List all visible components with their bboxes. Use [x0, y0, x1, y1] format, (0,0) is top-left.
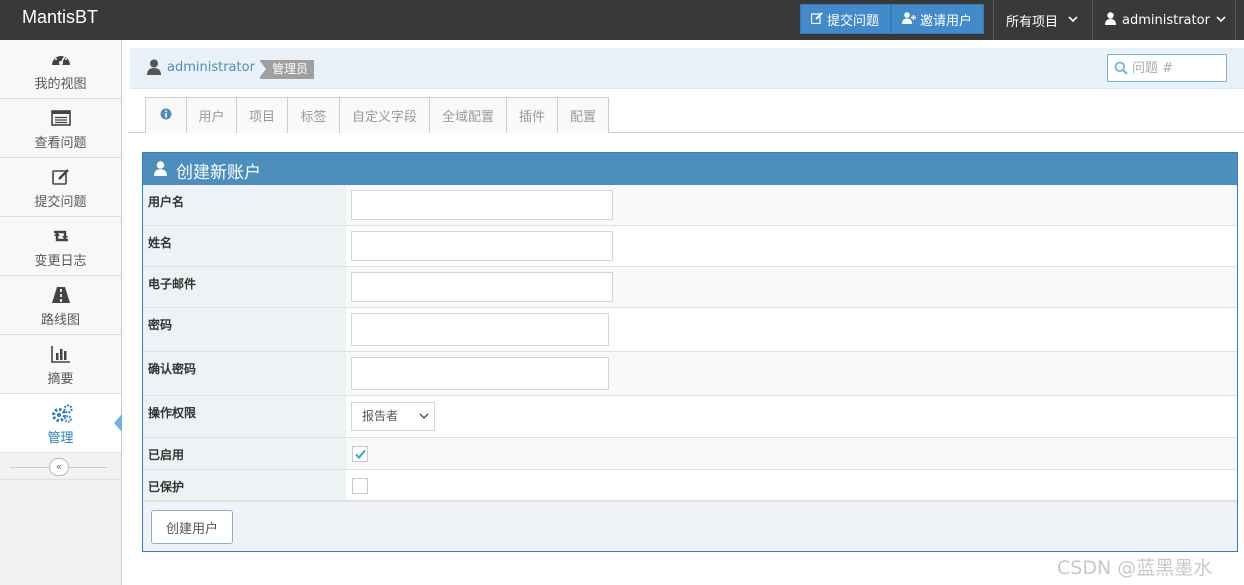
double-chevron-left-icon[interactable]: «	[49, 458, 69, 476]
report-issue-label: 提交问题	[827, 13, 880, 29]
user-plus-icon	[902, 11, 916, 27]
road-icon	[51, 286, 71, 304]
tab-plugins[interactable]: 插件	[506, 97, 558, 133]
field-label: 用户名	[148, 195, 185, 209]
access-level-select[interactable]: 报告者	[351, 402, 435, 431]
role-badge: 管理员	[258, 60, 315, 79]
list-icon	[50, 109, 71, 127]
form-row-realname: 姓名	[143, 226, 1237, 267]
field-label: 姓名	[148, 236, 173, 250]
form-row-email: 电子邮件	[143, 267, 1237, 308]
tachometer-icon	[51, 50, 71, 68]
gears-icon	[51, 404, 73, 423]
sidebar-collapse: «	[0, 454, 121, 480]
manage-tabs: 用户 项目 标签 自定义字段 全域配置 插件 配置	[128, 97, 1244, 133]
user-menu-label: administrator	[1122, 12, 1210, 28]
field-label-cell: 电子邮件	[143, 267, 346, 307]
username-input[interactable]	[351, 190, 613, 220]
form-row-protected: 已保护	[143, 470, 1237, 501]
project-dropdown-label: 所有项目	[1006, 14, 1059, 30]
edit-icon	[810, 11, 823, 27]
report-issue-button[interactable]: 提交问题	[800, 4, 891, 34]
field-label: 电子邮件	[148, 277, 197, 291]
sidebar-item-label: 管理	[47, 431, 74, 446]
tab-custom-fields[interactable]: 自定义字段	[339, 97, 430, 133]
invite-user-button[interactable]: 邀请用户	[891, 4, 984, 34]
tab-info[interactable]	[145, 97, 187, 133]
form-title: 创建新账户	[176, 163, 261, 183]
tab-projects[interactable]: 项目	[236, 97, 288, 133]
user-icon	[147, 59, 161, 75]
field-label-cell: 已保护	[143, 470, 346, 500]
breadcrumb-user-link[interactable]: administrator	[167, 60, 255, 75]
tab-global-config[interactable]: 全域配置	[429, 97, 507, 133]
sidebar-item-changelog[interactable]: 变更日志	[0, 217, 121, 276]
edit-icon	[51, 168, 71, 186]
watermark: CSDN @蓝黑墨水	[1057, 557, 1213, 579]
field-label: 已启用	[148, 448, 185, 462]
sidebar-item-report-issue[interactable]: 提交问题	[0, 158, 121, 217]
check-icon	[355, 449, 366, 459]
field-label-cell: 操作权限	[143, 396, 346, 437]
sidebar-item-label: 路线图	[40, 313, 80, 328]
password-confirm-input[interactable]	[351, 357, 609, 390]
sidebar-item-view-issues[interactable]: 查看问题	[0, 99, 121, 158]
search-icon	[1114, 61, 1128, 75]
create-account-form: 创建新账户 用户名 姓名 电子邮件 密码 确认密码 操作权限 报告者 已启用 已…	[142, 152, 1238, 552]
form-header: 创建新账户	[143, 153, 1237, 185]
sidebar-item-summary[interactable]: 摘要	[0, 335, 121, 394]
bar-chart-icon	[50, 345, 71, 363]
form-row-access-level: 操作权限 报告者	[143, 396, 1237, 438]
search-input[interactable]	[1132, 58, 1222, 78]
protected-checkbox[interactable]	[352, 478, 368, 494]
issue-search	[1107, 54, 1227, 82]
chevron-down-icon	[419, 403, 429, 430]
form-row-password-confirm: 确认密码	[143, 352, 1237, 396]
breadcrumb: administrator 管理员	[130, 48, 1244, 89]
realname-input[interactable]	[351, 231, 613, 261]
sidebar-item-roadmap[interactable]: 路线图	[0, 276, 121, 335]
form-footer: 创建用户	[143, 501, 1237, 551]
sidebar-item-label: 摘要	[47, 372, 74, 387]
info-circle-icon	[160, 108, 172, 124]
field-label-cell: 姓名	[143, 226, 346, 266]
user-icon	[154, 161, 167, 176]
sidebar-item-label: 我的视图	[34, 77, 87, 92]
field-label-cell: 已启用	[143, 438, 346, 469]
sidebar-item-my-view[interactable]: 我的视图	[0, 40, 121, 99]
form-row-enabled: 已启用	[143, 438, 1237, 470]
form-row-password: 密码	[143, 308, 1237, 352]
field-label: 已保护	[148, 480, 185, 494]
password-input[interactable]	[351, 313, 609, 346]
field-label: 确认密码	[148, 362, 197, 376]
field-label-cell: 用户名	[143, 185, 346, 225]
sidebar-item-label: 变更日志	[34, 254, 87, 269]
sidebar: 我的视图 查看问题 提交问题 变更日志 路线图 摘要 管理 «	[0, 40, 122, 585]
chevron-down-icon	[1068, 15, 1078, 26]
sidebar-item-label: 提交问题	[34, 195, 87, 210]
enabled-checkbox[interactable]	[352, 446, 368, 462]
form-row-username: 用户名	[143, 185, 1237, 226]
email-input[interactable]	[351, 272, 613, 302]
project-dropdown[interactable]: 所有项目	[994, 0, 1091, 40]
user-icon	[1105, 11, 1116, 29]
sidebar-item-manage[interactable]: 管理	[0, 394, 122, 453]
chevron-down-icon	[1216, 15, 1226, 26]
user-menu-dropdown[interactable]: administrator	[1093, 0, 1235, 40]
create-user-button[interactable]: 创建用户	[151, 510, 233, 544]
nav-divider	[1235, 0, 1236, 40]
tab-tags[interactable]: 标签	[287, 97, 340, 133]
brand-logo[interactable]: MantisBT	[22, 7, 98, 28]
field-label: 操作权限	[148, 406, 197, 420]
retweet-icon	[51, 227, 71, 245]
field-label-cell: 密码	[143, 308, 346, 351]
field-label: 密码	[148, 318, 173, 332]
tab-configuration[interactable]: 配置	[557, 97, 609, 133]
invite-user-label: 邀请用户	[920, 13, 973, 29]
tab-users[interactable]: 用户	[186, 97, 237, 133]
access-level-value: 报告者	[362, 409, 399, 423]
sidebar-item-label: 查看问题	[34, 136, 87, 151]
field-label-cell: 确认密码	[143, 352, 346, 395]
navbar: MantisBT 提交问题 邀请用户 所有项目 administrator	[0, 0, 1244, 40]
